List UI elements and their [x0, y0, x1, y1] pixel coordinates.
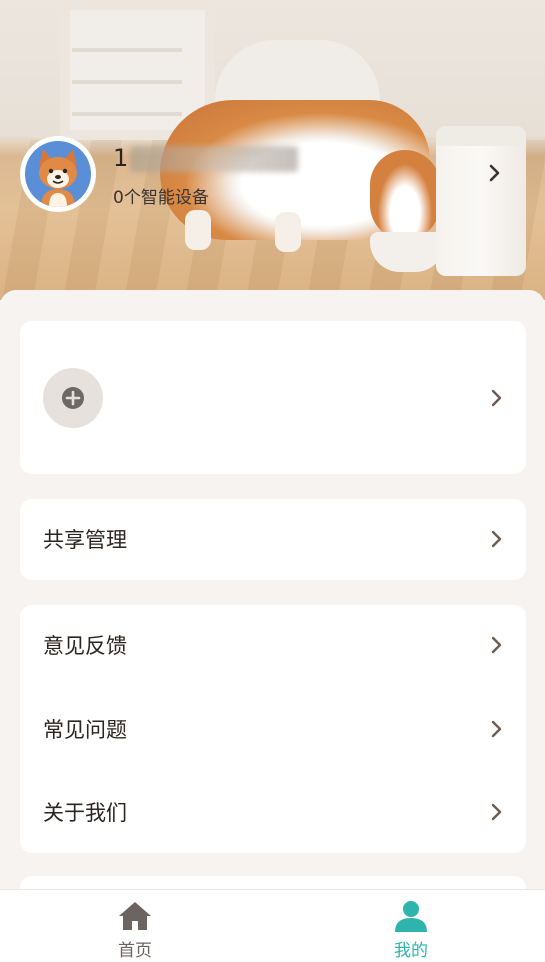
shelf-line [72, 48, 182, 52]
pet-feeder [436, 126, 526, 276]
chevron-right-icon [490, 635, 504, 659]
phone-number: 1 [113, 144, 130, 172]
tab-mine-label: 我的 [394, 941, 428, 961]
dog-leg [275, 212, 301, 252]
add-device-button[interactable] [43, 368, 103, 428]
avatar[interactable] [20, 136, 96, 212]
phone-number-masked [130, 146, 298, 172]
dog-leg [185, 210, 211, 250]
shelf-line [72, 80, 182, 84]
bottom-tab-bar: 首页 我的 [0, 889, 545, 962]
home-icon [119, 902, 151, 930]
chevron-right-icon [490, 802, 504, 826]
menu-item-share-management[interactable]: 共享管理 [20, 499, 526, 579]
dog-head [370, 150, 440, 240]
menu-item-label: 关于我们 [43, 801, 127, 825]
support-card: 意见反馈 常见问题 关于我们 [20, 605, 526, 853]
user-icon [395, 901, 427, 932]
menu-item-label: 意见反馈 [43, 634, 127, 658]
shiba-avatar-icon [25, 141, 91, 207]
menu-item-feedback[interactable]: 意见反馈 [20, 605, 526, 685]
menu-item-label: 共享管理 [43, 528, 127, 552]
tab-home-label: 首页 [118, 941, 152, 961]
menu-item-about-us[interactable]: 关于我们 [20, 772, 526, 852]
menu-item-faq[interactable]: 常见问题 [20, 689, 526, 769]
pet-feeder-lid [436, 126, 526, 146]
tab-mine[interactable]: 我的 [351, 890, 471, 962]
tab-home[interactable]: 首页 [75, 890, 195, 962]
chevron-right-icon [490, 719, 504, 743]
chevron-right-icon [490, 388, 504, 412]
share-management-card: 共享管理 [20, 499, 526, 580]
add-device-card[interactable] [20, 321, 526, 474]
chevron-right-icon [490, 529, 504, 553]
chevron-right-icon[interactable] [485, 161, 505, 189]
plus-icon [62, 387, 84, 409]
device-count: 0个智能设备 [113, 188, 209, 208]
menu-item-label: 常见问题 [43, 718, 127, 742]
shelf-line [72, 112, 182, 116]
